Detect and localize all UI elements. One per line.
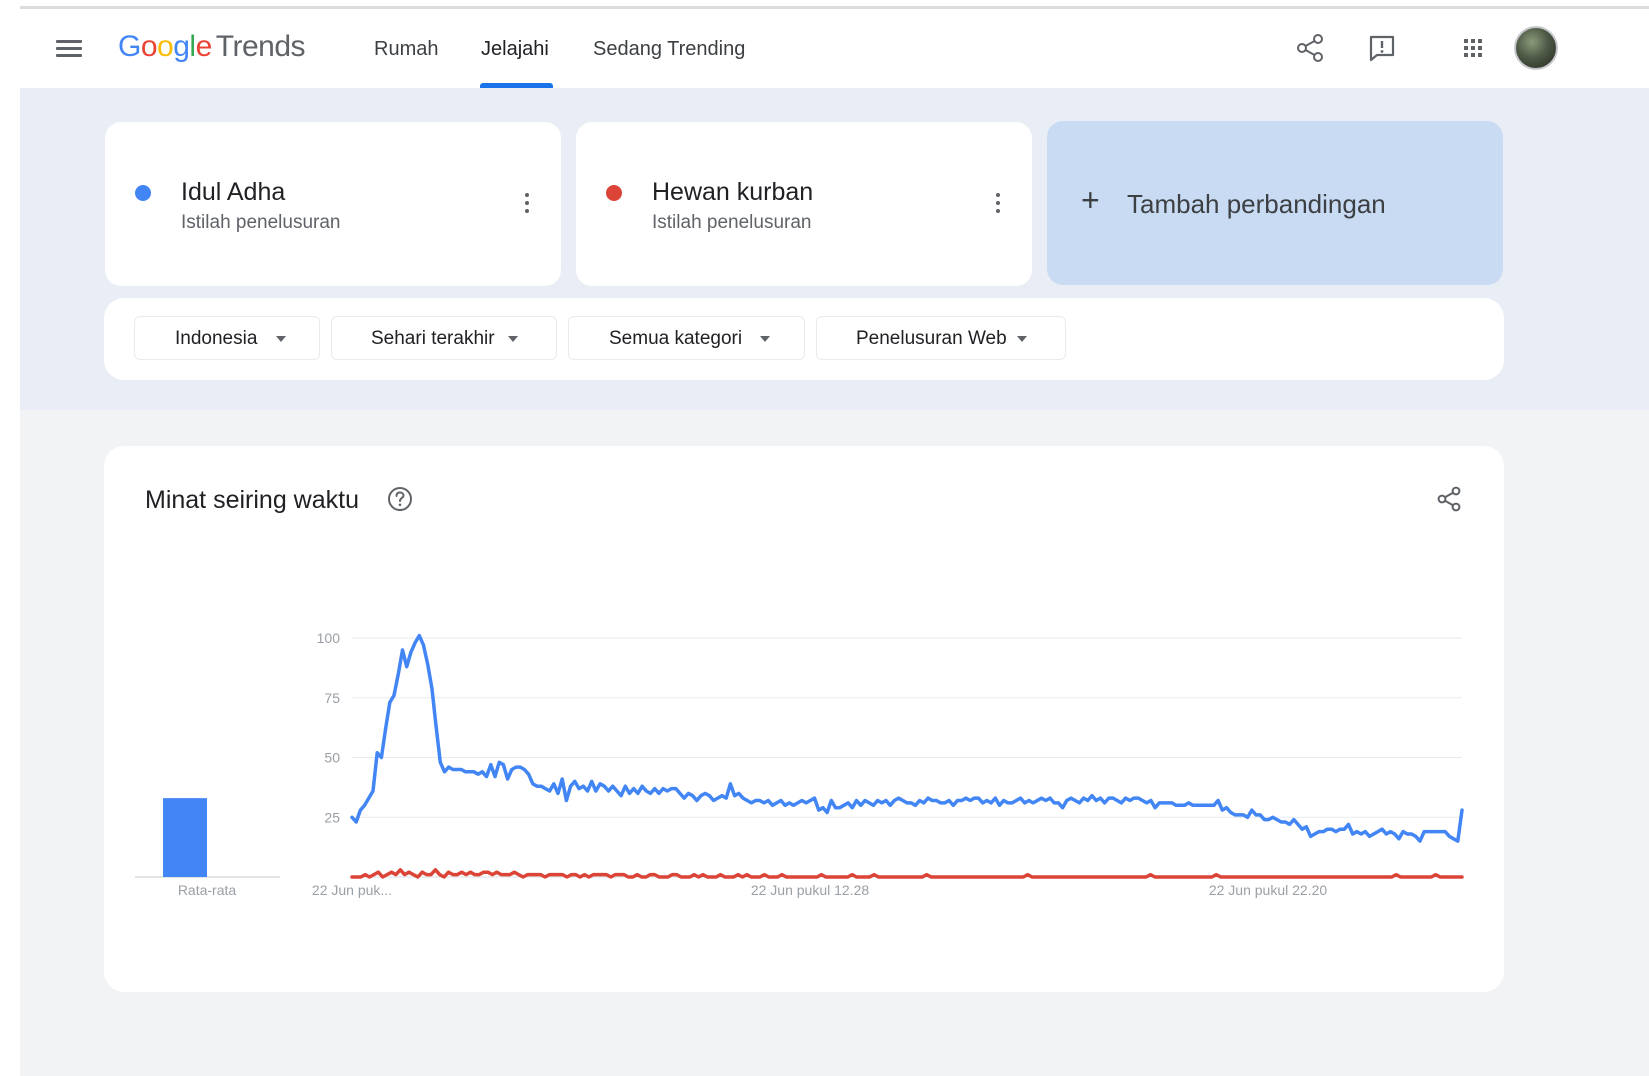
y-tick-label: 75 (324, 690, 340, 706)
x-tick-label: 22 Jun pukul 12.28 (751, 882, 870, 898)
x-tick-label: 22 Jun pukul 22.20 (1209, 882, 1328, 898)
y-tick-label: 25 (324, 809, 340, 825)
interest-chart: 25 50 75 100 22 Jun puk... 22 Jun pukul 12.28… (135, 630, 1464, 898)
average-label: Rata-rata (178, 882, 237, 898)
y-tick-label: 100 (317, 630, 341, 646)
average-bar-idul-adha (163, 798, 207, 877)
series-line-idul-adha (350, 633, 1464, 843)
x-tick-label: 22 Jun puk... (312, 882, 392, 898)
series-line-hewan-kurban (350, 868, 1464, 879)
y-tick-label: 50 (324, 750, 340, 766)
